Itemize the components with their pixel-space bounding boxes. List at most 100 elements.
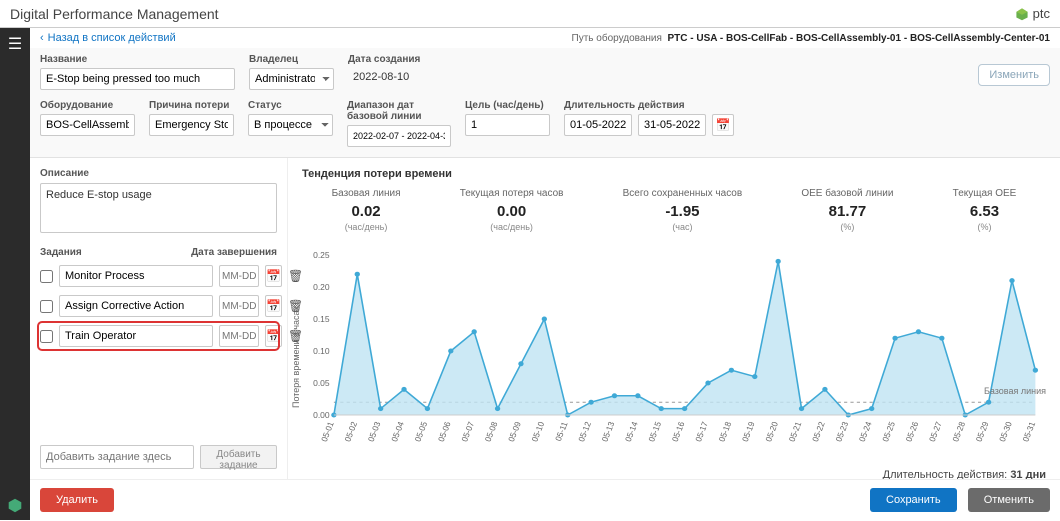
task-date-input[interactable] [219,265,259,287]
trend-title: Тенденция потери времени [302,168,1046,180]
svg-text:0.05: 0.05 [313,379,330,388]
calendar-icon[interactable]: 📅 [712,114,734,136]
delete-button[interactable]: Удалить [40,488,114,512]
target-input[interactable] [465,114,550,136]
sidebar-cube-icon[interactable] [6,496,24,514]
svg-text:05-30: 05-30 [998,420,1014,443]
owner-select[interactable]: Administrator [249,68,334,90]
page-title: Digital Performance Management [10,6,219,22]
name-input[interactable] [40,68,235,90]
save-button[interactable]: Сохранить [870,488,957,512]
svg-text:05-16: 05-16 [670,420,686,443]
form-area: Название Владелец Administrator Дата соз… [30,48,1060,158]
sidebar: ☰ [0,28,30,520]
svg-text:05-07: 05-07 [460,420,476,443]
chevron-left-icon: ‹ [40,32,44,44]
calendar-icon[interactable]: 📅 [265,325,282,347]
kpi: Всего сохраненных часов-1.95(час) [623,188,743,232]
status-select[interactable]: В процессе [248,114,333,136]
tasks-label: Задания [40,247,82,258]
content: ‹ Назад в список действий Путь оборудова… [30,28,1060,520]
breadcrumb: Путь оборудования PTC - USA - BOS-CellFa… [572,33,1050,44]
svg-text:05-25: 05-25 [881,420,897,443]
cancel-button[interactable]: Отменить [968,488,1050,512]
kpi-label: Текущая потеря часов [460,188,564,199]
task-name-input[interactable] [59,295,213,317]
kpi-unit: (час) [623,222,743,232]
task-checkbox[interactable] [40,330,53,343]
calendar-icon[interactable]: 📅 [265,295,282,317]
loss-input[interactable] [149,114,234,136]
kpi: Базовая линия0.02(час/день) [332,188,401,232]
task-row: 📅🗑 [40,264,277,288]
baseline-label: Базовая линия [984,386,1046,396]
task-checkbox[interactable] [40,300,53,313]
tasks-list: 📅🗑 📅🗑 📅🗑 [40,264,277,354]
add-task-button[interactable]: Добавить задание [200,445,277,469]
svg-text:05-14: 05-14 [624,420,640,443]
svg-text:05-24: 05-24 [857,420,873,443]
svg-text:05-21: 05-21 [787,420,803,443]
svg-text:05-26: 05-26 [904,420,920,443]
task-checkbox[interactable] [40,270,53,283]
toolbar: ‹ Назад в список действий Путь оборудова… [30,28,1060,48]
kpi: Текущая потеря часов 0.00 (час/день) [460,188,564,232]
kpi: OEE базовой линии81.77(%) [801,188,893,232]
range-label: Диапазон дат базовой линии [347,100,451,122]
equipment-input[interactable] [40,114,135,136]
main: ☰ ‹ Назад в список действий Путь оборудо… [0,28,1060,520]
svg-text:05-03: 05-03 [366,420,382,443]
back-link[interactable]: ‹ Назад в список действий [40,32,176,44]
menu-icon[interactable]: ☰ [8,34,22,54]
duration-to-input[interactable] [638,114,706,136]
app-header: Digital Performance Management ptc [0,0,1060,28]
svg-text:05-13: 05-13 [600,420,616,443]
ptc-logo-icon [1015,7,1029,21]
svg-text:0.20: 0.20 [313,283,330,292]
kpi-value: 0.00 [460,203,564,220]
kpi-unit: (час/день) [460,222,564,232]
add-task-input[interactable] [40,445,194,469]
svg-text:0.00: 0.00 [313,411,330,420]
task-name-input[interactable] [59,265,213,287]
kpi: Текущая OEE6.53(%) [953,188,1017,232]
right-column: Тенденция потери времени Базовая линия0.… [288,158,1060,479]
duration-label: Длительность действия [564,100,734,111]
svg-text:05-06: 05-06 [437,420,453,443]
task-row: 📅🗑 [40,324,277,348]
name-label: Название [40,54,235,65]
svg-text:05-28: 05-28 [951,420,967,443]
svg-text:05-05: 05-05 [413,420,429,443]
task-row: 📅🗑 [40,294,277,318]
svg-text:05-11: 05-11 [554,420,570,442]
kpi-value: -1.95 [623,203,743,220]
range-input[interactable] [347,125,451,147]
kpi-label: Базовая линия [332,188,401,199]
kpi-row: Базовая линия0.02(час/день) Текущая потер… [302,188,1046,232]
duration-from-input[interactable] [564,114,632,136]
svg-text:05-18: 05-18 [717,420,733,443]
kpi-value: 6.53 [953,203,1017,220]
brand-logo: ptc [1015,6,1050,21]
svg-text:05-02: 05-02 [343,420,359,443]
svg-text:0.25: 0.25 [313,251,330,260]
svg-text:05-19: 05-19 [741,420,757,443]
svg-text:05-04: 05-04 [390,420,406,443]
edit-button[interactable]: Изменить [978,64,1050,86]
loss-label: Причина потери [149,100,234,111]
svg-text:05-23: 05-23 [834,420,850,443]
task-name-input[interactable] [59,325,213,347]
svg-text:0.15: 0.15 [313,315,330,324]
created-label: Дата создания [348,54,448,65]
desc-text[interactable]: Reduce E-stop usage [40,183,277,233]
calendar-icon[interactable]: 📅 [265,265,282,287]
kpi-value: 81.77 [801,203,893,220]
svg-text:05-08: 05-08 [483,420,499,443]
task-date-input[interactable] [219,325,259,347]
owner-label: Владелец [249,54,334,65]
kpi-unit: (%) [953,222,1017,232]
task-date-input[interactable] [219,295,259,317]
kpi-unit: (час/день) [332,222,401,232]
svg-text:05-17: 05-17 [694,420,710,443]
svg-text:05-01: 05-01 [320,420,336,443]
